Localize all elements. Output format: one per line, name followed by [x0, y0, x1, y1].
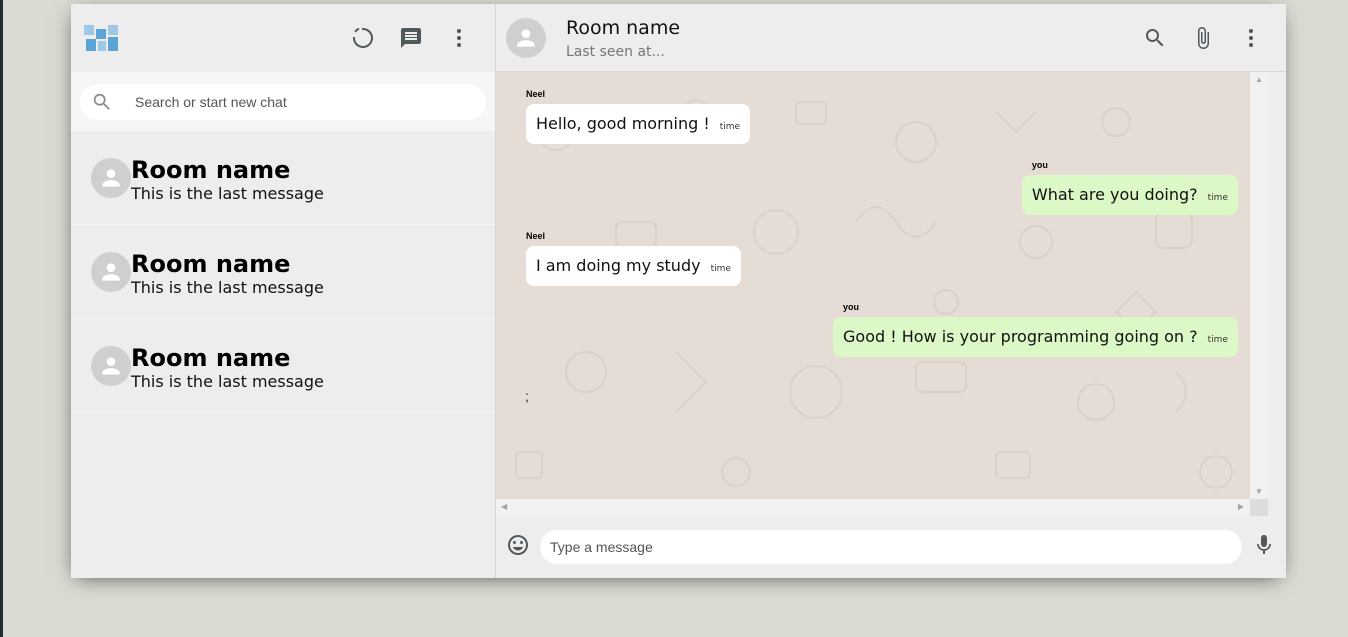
room-avatar[interactable]: [506, 17, 546, 58]
message-time: time: [1207, 193, 1228, 203]
message-bubble: I am doing my study time: [526, 246, 741, 286]
mic-icon: [1257, 534, 1271, 554]
search-icon: [93, 93, 110, 110]
chat-name: Room name: [131, 155, 291, 184]
message-sender: you: [1031, 160, 1048, 170]
message-text: Hello, good morning !: [536, 114, 710, 133]
last-seen: Last seen at...: [566, 43, 665, 60]
avatar-icon: [102, 356, 120, 375]
room-name: Room name: [566, 16, 681, 39]
message: you What are you doing? time: [1021, 160, 1238, 215]
sidebar-menu-button[interactable]: [437, 16, 481, 60]
horizontal-scrollbar[interactable]: ◀ ▶: [496, 499, 1268, 516]
search-box: [80, 83, 486, 120]
message-sender: Neel: [526, 89, 546, 99]
message-sender: you: [843, 302, 860, 312]
chat-list-item[interactable]: Room name This is the last message: [71, 131, 495, 225]
message-input[interactable]: [540, 530, 1242, 564]
chat-name: Room name: [131, 343, 291, 372]
vertical-scrollbar[interactable]: ▲ ▼: [1250, 72, 1268, 499]
avatar-icon: [517, 28, 535, 47]
status-icon: [352, 27, 373, 48]
avatar: [91, 251, 131, 292]
chat-name: Room name: [131, 249, 291, 278]
message-bubble: Good ! How is your programming going on …: [833, 317, 1238, 357]
chat-list-item[interactable]: Room name This is the last message: [71, 225, 495, 319]
stray-text: ;: [525, 388, 529, 404]
scroll-left-icon[interactable]: ◀: [501, 502, 507, 511]
message: you Good ! How is your programming going…: [833, 302, 1238, 357]
message: Neel Hello, good morning ! time: [526, 89, 751, 144]
attach-button[interactable]: [1181, 16, 1225, 60]
avatar: [91, 345, 131, 386]
scroll-right-icon[interactable]: ▶: [1238, 502, 1244, 511]
avatar-icon: [102, 262, 120, 281]
emoji-button[interactable]: [506, 533, 530, 562]
chat-info: Room name This is the last message: [131, 251, 324, 299]
logo-icon: [84, 25, 118, 51]
background-window-strip: [0, 0, 3, 637]
chat-info: Room name This is the last message: [131, 157, 324, 205]
search-input[interactable]: [135, 93, 435, 110]
chat-last-message: This is the last message: [131, 183, 324, 203]
attach-icon: [1198, 26, 1209, 49]
chat-header: Room name Last seen at...: [496, 4, 1286, 72]
message-sender: Neel: [526, 231, 546, 241]
new-chat-button[interactable]: [389, 16, 433, 60]
scrollbar-corner: [1250, 499, 1268, 516]
message-bubble: Hello, good morning ! time: [526, 104, 751, 144]
more-vert-icon: [1249, 28, 1253, 47]
chat-footer: [496, 516, 1286, 578]
search-container: [71, 72, 495, 131]
chat-last-message: This is the last message: [131, 371, 324, 391]
chat-menu-button[interactable]: [1229, 16, 1273, 60]
message-time: time: [1207, 335, 1228, 345]
message-text: Good ! How is your programming going on …: [843, 327, 1198, 346]
chat-app: Room name This is the last message Room …: [71, 4, 1286, 578]
message-bubble: What are you doing? time: [1021, 175, 1238, 215]
sidebar: Room name This is the last message Room …: [71, 4, 496, 578]
scroll-up-icon[interactable]: ▲: [1255, 75, 1263, 84]
chat-search-button[interactable]: [1133, 16, 1177, 60]
chat-body-wrapper: Neel Hello, good morning ! time you What…: [496, 72, 1286, 516]
more-vert-icon: [457, 29, 461, 47]
sidebar-header: [71, 4, 495, 72]
message: Neel I am doing my study time: [526, 231, 741, 286]
chat-list: Room name This is the last message Room …: [71, 131, 495, 578]
room-info: Room name Last seen at...: [566, 16, 1133, 60]
avatar-icon: [102, 168, 120, 187]
chat-pane: Room name Last seen at... Neel Hello, go…: [496, 4, 1286, 578]
chat-last-message: This is the last message: [131, 277, 324, 297]
message-time: time: [710, 264, 731, 274]
chat-info: Room name This is the last message: [131, 345, 324, 393]
message-text: What are you doing?: [1031, 185, 1198, 204]
status-button[interactable]: [341, 16, 385, 60]
new-chat-icon: [401, 28, 421, 48]
chat-body[interactable]: Neel Hello, good morning ! time you What…: [496, 72, 1268, 499]
message-time: time: [719, 122, 741, 132]
chat-header-actions: [1133, 16, 1273, 60]
chat-list-item[interactable]: Room name This is the last message: [71, 319, 495, 413]
scroll-down-icon[interactable]: ▼: [1255, 487, 1263, 496]
avatar: [91, 157, 131, 198]
emoji-icon: [508, 534, 528, 555]
message-text: I am doing my study: [536, 256, 701, 275]
sidebar-header-actions: [341, 16, 481, 60]
search-icon: [1146, 28, 1164, 46]
mic-button[interactable]: [1252, 533, 1276, 562]
